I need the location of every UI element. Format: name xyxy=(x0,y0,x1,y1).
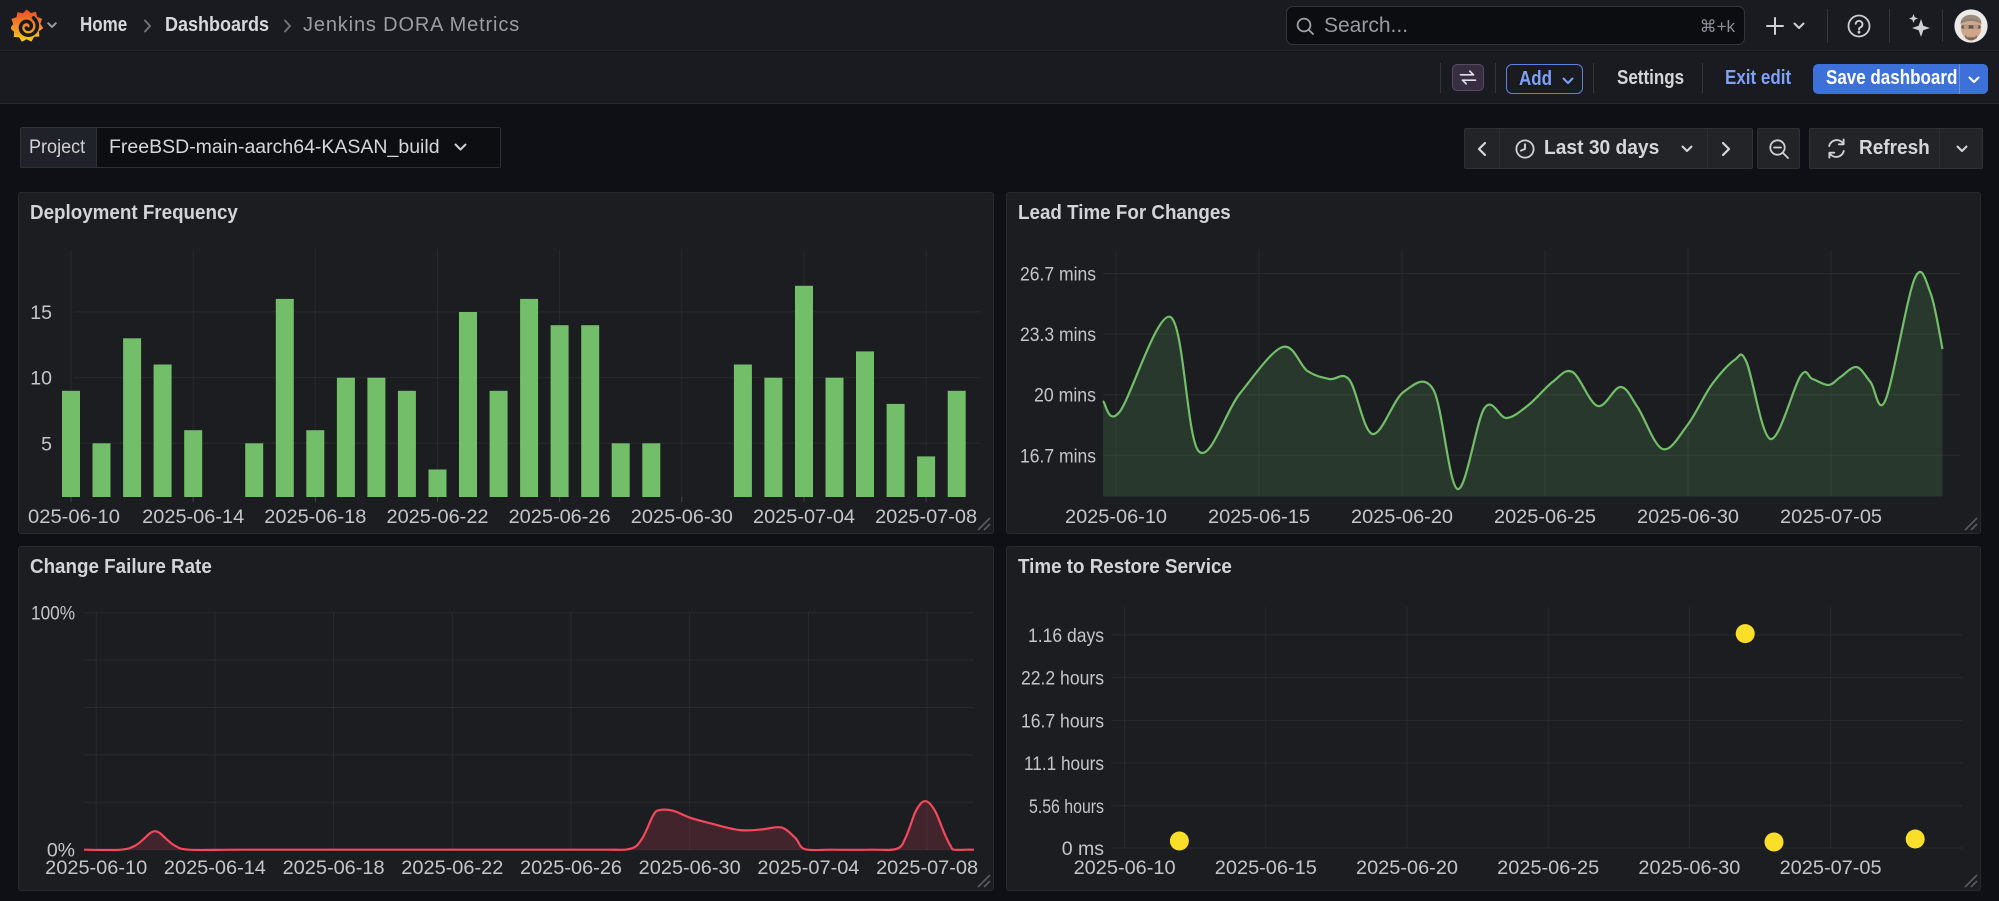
svg-text:15: 15 xyxy=(30,302,52,324)
svg-text:2025-07-05: 2025-07-05 xyxy=(1780,506,1882,528)
svg-text:2025-07-04: 2025-07-04 xyxy=(757,857,859,879)
svg-text:5: 5 xyxy=(41,433,52,455)
svg-text:2025-07-04: 2025-07-04 xyxy=(753,506,855,528)
svg-text:2025-06-30: 2025-06-30 xyxy=(639,857,741,879)
svg-text:100%: 100% xyxy=(31,603,75,625)
svg-text:2025-06-15: 2025-06-15 xyxy=(1208,506,1310,528)
svg-text:2025-06-18: 2025-06-18 xyxy=(264,506,366,528)
svg-text:2025-07-08: 2025-07-08 xyxy=(876,857,978,879)
svg-text:5.56 hours: 5.56 hours xyxy=(1029,796,1104,818)
svg-text:2025-06-10: 2025-06-10 xyxy=(1065,506,1167,528)
svg-text:10: 10 xyxy=(30,368,52,390)
svg-text:23.3 mins: 23.3 mins xyxy=(1020,324,1096,346)
svg-text:16.7 mins: 16.7 mins xyxy=(1020,445,1096,467)
svg-text:2025-06-30: 2025-06-30 xyxy=(1637,506,1739,528)
svg-text:2025-06-15: 2025-06-15 xyxy=(1215,857,1317,879)
svg-text:2025-06-14: 2025-06-14 xyxy=(142,506,244,528)
svg-text:2025-06-14: 2025-06-14 xyxy=(164,857,266,879)
svg-text:2025-06-20: 2025-06-20 xyxy=(1356,857,1458,879)
svg-text:22.2 hours: 22.2 hours xyxy=(1021,668,1104,690)
svg-text:20 mins: 20 mins xyxy=(1034,385,1096,407)
svg-text:2025-06-22: 2025-06-22 xyxy=(401,857,503,879)
svg-text:2025-06-30: 2025-06-30 xyxy=(1638,857,1740,879)
svg-text:2025-06-30: 2025-06-30 xyxy=(631,506,733,528)
svg-text:2025-06-10: 2025-06-10 xyxy=(1074,857,1176,879)
svg-text:2025-07-05: 2025-07-05 xyxy=(1780,857,1882,879)
svg-text:2025-06-25: 2025-06-25 xyxy=(1494,506,1596,528)
svg-text:26.7 mins: 26.7 mins xyxy=(1020,264,1096,286)
svg-text:2025-06-26: 2025-06-26 xyxy=(520,857,622,879)
svg-text:2025-06-20: 2025-06-20 xyxy=(1351,506,1453,528)
svg-text:2025-06-22: 2025-06-22 xyxy=(387,506,489,528)
svg-text:1.16 days: 1.16 days xyxy=(1028,625,1104,647)
svg-text:2025-06-25: 2025-06-25 xyxy=(1497,857,1599,879)
svg-text:2025-07-08: 2025-07-08 xyxy=(875,506,977,528)
svg-text:11.1 hours: 11.1 hours xyxy=(1024,753,1104,775)
svg-text:2025-06-10: 2025-06-10 xyxy=(45,857,147,879)
svg-text:2025-06-18: 2025-06-18 xyxy=(283,857,385,879)
svg-text:025-06-10: 025-06-10 xyxy=(28,506,120,528)
svg-text:16.7 hours: 16.7 hours xyxy=(1021,710,1104,732)
svg-text:2025-06-26: 2025-06-26 xyxy=(509,506,611,528)
